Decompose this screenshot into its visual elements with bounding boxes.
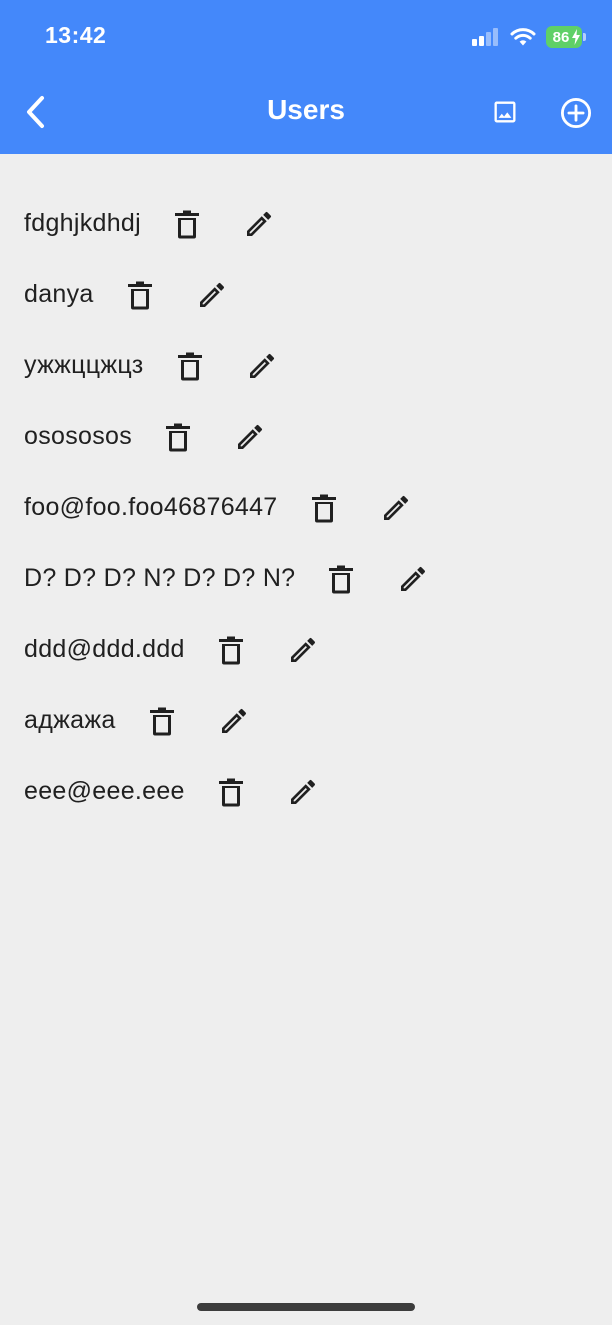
- status-icons: 86: [472, 24, 586, 50]
- delete-user-button[interactable]: [161, 417, 195, 457]
- pencil-icon: [290, 637, 315, 662]
- home-indicator: [197, 1303, 415, 1311]
- wifi-icon: [510, 27, 536, 45]
- delete-user-button[interactable]: [173, 346, 207, 386]
- list-item: foo@foo.foo46876447: [24, 472, 431, 543]
- trash-icon: [311, 494, 336, 522]
- add-user-button[interactable]: [557, 94, 595, 132]
- edit-user-button[interactable]: [216, 701, 252, 741]
- edit-user-button[interactable]: [244, 346, 280, 386]
- cellular-signal-icon: [472, 28, 498, 46]
- trash-icon: [166, 423, 191, 451]
- list-item: D? D? D? N? D? D? N?: [24, 543, 431, 614]
- user-name: fdghjkdhdj: [24, 209, 141, 237]
- list-item: eee@eee.eee: [24, 756, 431, 827]
- image-icon: [494, 101, 516, 123]
- edit-user-button[interactable]: [285, 772, 321, 812]
- charging-bolt-icon: [572, 29, 580, 45]
- user-list: fdghjkdhdj danya ужжццжцз osososos foo@foo.f…: [24, 188, 431, 827]
- pencil-icon: [199, 282, 224, 307]
- list-item: аджажа: [24, 685, 431, 756]
- trash-icon: [149, 707, 174, 735]
- trash-icon: [127, 281, 152, 309]
- pencil-icon: [246, 211, 271, 236]
- user-name: D? D? D? N? D? D? N?: [24, 564, 296, 592]
- delete-user-button[interactable]: [214, 772, 248, 812]
- pencil-icon: [290, 779, 315, 804]
- trash-icon: [177, 352, 202, 380]
- status-time: 13:42: [45, 22, 107, 48]
- delete-user-button[interactable]: [214, 630, 248, 670]
- list-item: ужжццжцз: [24, 330, 431, 401]
- edit-user-button[interactable]: [194, 275, 230, 315]
- user-name: danya: [24, 280, 94, 308]
- pencil-icon: [383, 495, 408, 520]
- user-name: аджажа: [24, 706, 116, 734]
- pencil-icon: [221, 708, 246, 733]
- delete-user-button[interactable]: [123, 275, 157, 315]
- user-name: foo@foo.foo46876447: [24, 493, 278, 521]
- list-item: danya: [24, 259, 431, 330]
- edit-user-button[interactable]: [285, 630, 321, 670]
- edit-user-button[interactable]: [395, 559, 431, 599]
- battery-level: 86: [552, 28, 570, 46]
- add-circle-icon: [560, 97, 592, 129]
- list-item: fdghjkdhdj: [24, 188, 431, 259]
- user-name: ужжццжцз: [24, 351, 144, 379]
- edit-user-button[interactable]: [232, 417, 268, 457]
- pencil-icon: [401, 566, 426, 591]
- pencil-icon: [238, 424, 263, 449]
- trash-icon: [174, 210, 199, 238]
- user-name: ddd@ddd.ddd: [24, 635, 185, 663]
- delete-user-button[interactable]: [145, 701, 179, 741]
- delete-user-button[interactable]: [170, 204, 204, 244]
- edit-user-button[interactable]: [378, 488, 414, 528]
- battery-tip: [583, 33, 586, 41]
- battery-indicator: 86: [546, 26, 582, 48]
- app-bar: 13:42 86 Users: [0, 0, 612, 154]
- edit-user-button[interactable]: [241, 204, 277, 244]
- delete-user-button[interactable]: [307, 488, 341, 528]
- list-item: osososos: [24, 401, 431, 472]
- trash-icon: [218, 778, 243, 806]
- pencil-icon: [249, 353, 274, 378]
- trash-icon: [218, 636, 243, 664]
- trash-icon: [329, 565, 354, 593]
- user-name: osososos: [24, 422, 133, 450]
- list-item: ddd@ddd.ddd: [24, 614, 431, 685]
- image-button[interactable]: [487, 94, 523, 130]
- delete-user-button[interactable]: [324, 559, 358, 599]
- user-name: eee@eee.eee: [24, 777, 185, 805]
